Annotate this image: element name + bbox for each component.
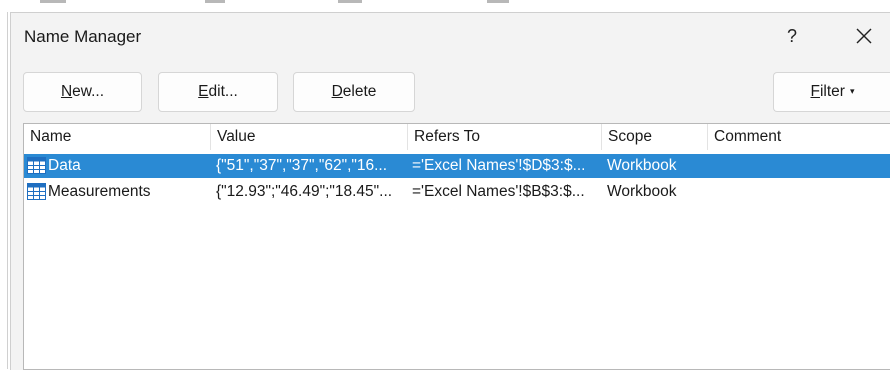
edit-mnemonic: E [198,83,209,100]
title-bar: Name Manager ? [11,13,890,59]
column-header-value[interactable]: Value [211,124,407,150]
row-comment [714,154,884,178]
column-header-comment[interactable]: Comment [708,124,890,150]
help-button[interactable]: ? [777,21,807,51]
delete-button[interactable]: Delete [293,72,415,112]
row-name: Measurements [48,183,151,200]
filter-mnemonic: F [810,83,820,100]
window-edge [7,12,8,369]
row-value: {"51","37","37","62","16... [216,157,388,174]
row-comment [714,180,884,204]
background-mark [487,0,509,3]
edit-label: dit... [208,83,238,100]
new-mnemonic: N [60,83,73,100]
column-header-refers-to[interactable]: Refers To [408,124,601,150]
table-name-icon [27,157,46,174]
name-manager-dialog: Name Manager ? New... Edit... Delete Fil… [10,12,890,370]
table-name-icon [27,183,46,200]
table-row[interactable]: Measurements {"12.93";"46.49";"18.45"...… [24,180,890,204]
close-button[interactable] [847,19,881,53]
row-name: Data [48,157,81,174]
close-icon [856,28,872,44]
chevron-down-icon: ▾ [849,85,855,96]
column-header-name[interactable]: Name [24,124,210,150]
background-mark [205,0,225,3]
spreadsheet-background [0,0,890,12]
filter-button[interactable]: Filter ▾ [773,72,890,112]
row-scope: Workbook [607,157,677,174]
delete-mnemonic: D [331,83,343,100]
table-row[interactable]: Data {"51","37","37","62","16... ='Excel… [24,154,890,178]
dialog-title: Name Manager [24,27,142,46]
filter-label: ilter [819,83,845,100]
new-label: ew... [72,83,105,100]
list-header: Name Value Refers To Scope Comment [24,124,890,150]
row-refers-to: ='Excel Names'!$B$3:$... [412,183,585,200]
new-button[interactable]: New... [23,72,142,112]
row-scope: Workbook [607,183,677,200]
names-list[interactable]: Name Value Refers To Scope Comment Data … [23,123,890,370]
delete-label: elete [342,83,377,100]
row-value: {"12.93";"46.49";"18.45"... [216,183,393,200]
column-header-scope[interactable]: Scope [602,124,707,150]
background-mark [40,0,66,3]
edit-button[interactable]: Edit... [158,72,278,112]
background-mark [338,0,362,3]
row-refers-to: ='Excel Names'!$D$3:$... [412,157,586,174]
